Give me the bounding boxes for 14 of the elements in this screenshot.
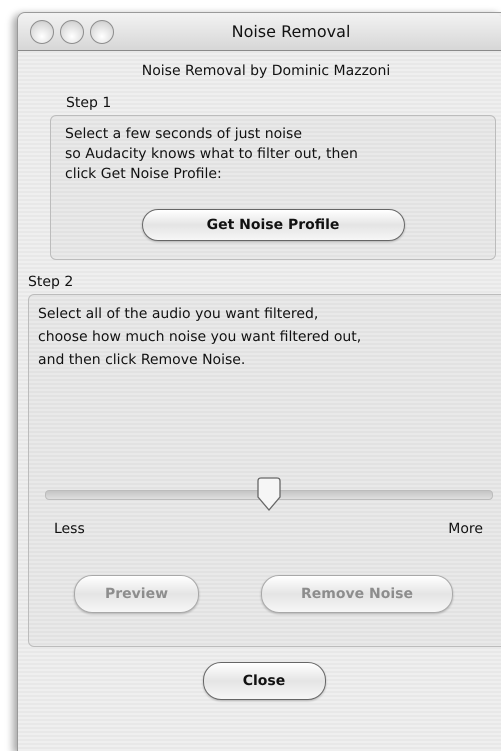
get-noise-profile-button[interactable]: Get Noise Profile <box>142 209 404 241</box>
window-control-icon[interactable] <box>60 20 84 44</box>
step-label: Step 1 <box>66 95 112 111</box>
close-button[interactable]: Close <box>202 662 326 700</box>
window-control-icon[interactable] <box>30 20 54 44</box>
slider-max-label: More <box>448 521 483 537</box>
window-title: Noise Removal <box>230 22 352 41</box>
step-label: Step 2 <box>28 274 74 290</box>
window-control-icon[interactable] <box>90 20 114 44</box>
slider-track[interactable] <box>45 490 493 500</box>
dialog-heading: Noise Removal by Dominic Mazzoni <box>140 63 392 79</box>
slider-min-label: Less <box>54 521 85 537</box>
instruction-text: Select a few seconds of just noise so Audacity knows what to filter out, then click Get Noise Profile: <box>64 125 359 184</box>
instruction-text: Select all of the audio you want filtered, choose how much noise you want filtered out, and then click Remove Noise. <box>37 305 362 370</box>
